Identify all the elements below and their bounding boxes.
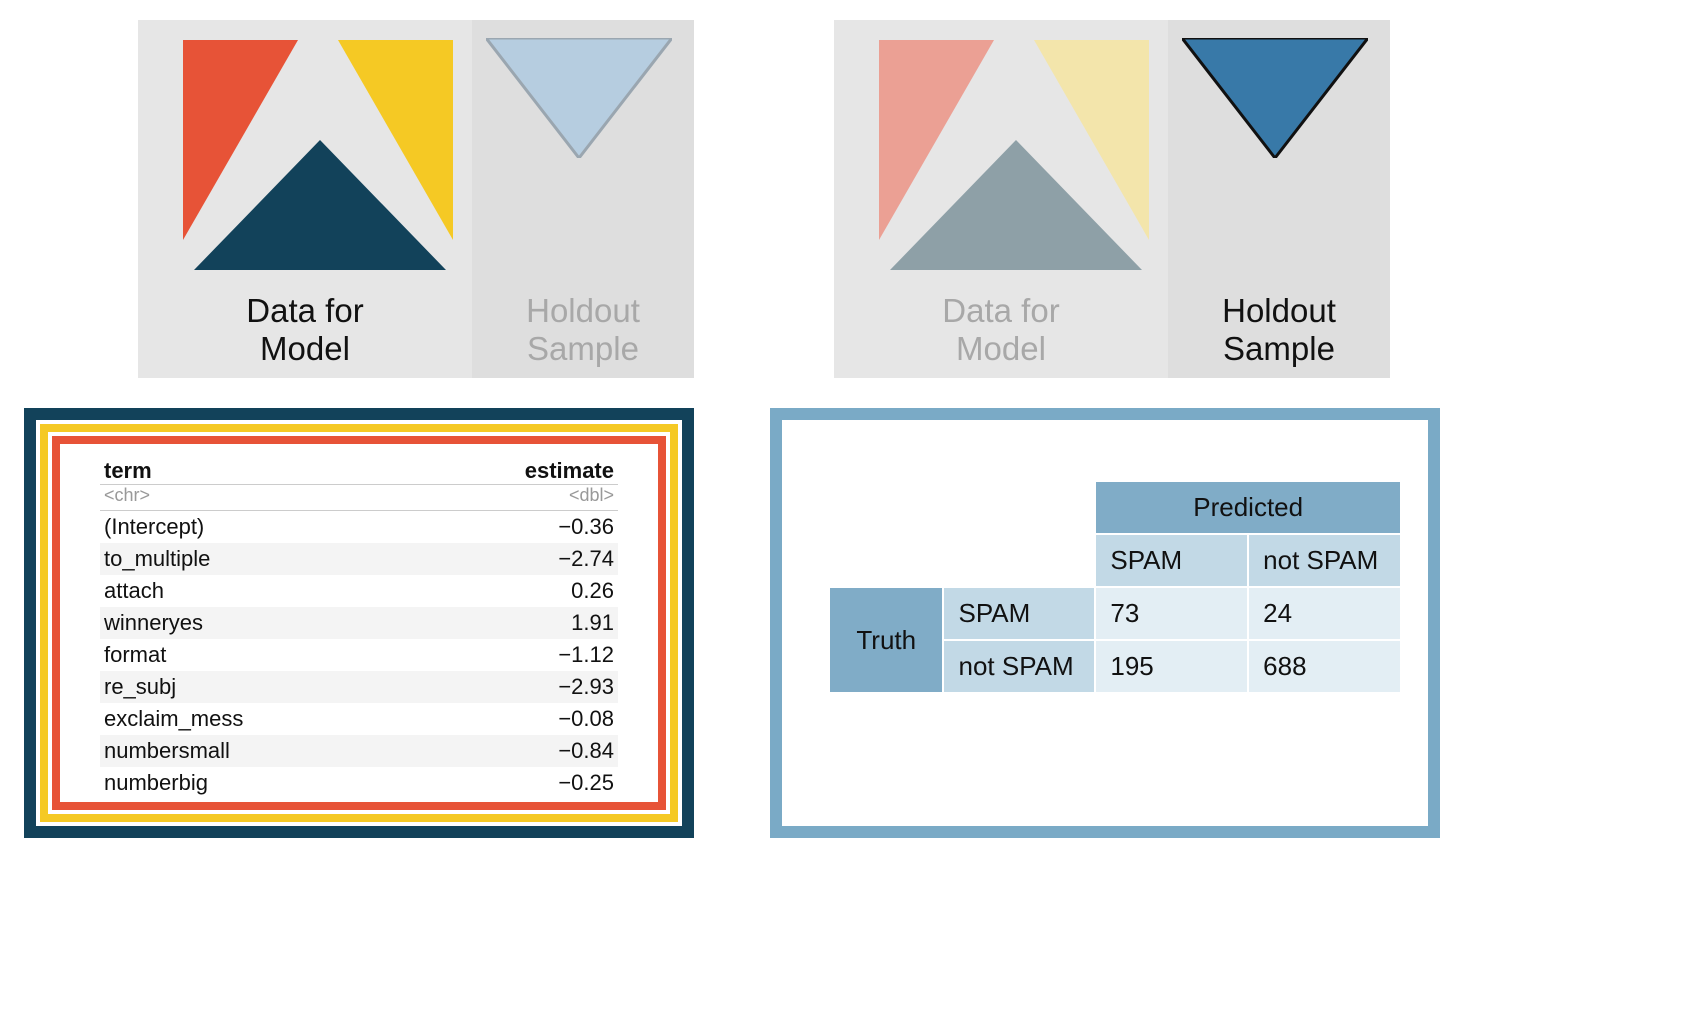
holdout-triangle-outline [1182, 38, 1368, 158]
table-row: numbersmall−0.84 [100, 735, 618, 767]
triangle-red [183, 40, 298, 240]
coefficients-table: term estimate <chr> <dbl> (Intercept)−0.… [100, 456, 618, 799]
label-data-for-model-faded: Data forModel [834, 292, 1168, 368]
table-row: re_subj−2.93 [100, 671, 618, 703]
label-holdout-sample-active: HoldoutSample [1168, 292, 1390, 368]
cell-tp: 73 [1095, 587, 1248, 640]
term-cell: numberbig [100, 767, 412, 799]
table-row: exclaim_mess−0.08 [100, 703, 618, 735]
term-cell: exclaim_mess [100, 703, 412, 735]
term-cell: attach [100, 575, 412, 607]
col-header-term: term [100, 456, 412, 485]
triangle-red-faded [879, 40, 994, 240]
estimate-cell: −0.08 [412, 703, 618, 735]
term-cell: (Intercept) [100, 511, 412, 544]
table-row: numberbig−0.25 [100, 767, 618, 799]
term-cell: winneryes [100, 607, 412, 639]
cell-tn: 688 [1248, 640, 1401, 693]
term-cell: numbersmall [100, 735, 412, 767]
data-split-train-panel: Data forModel HoldoutSample [138, 20, 694, 378]
col-type-term: <chr> [100, 485, 412, 511]
table-row: to_multiple−2.74 [100, 543, 618, 575]
term-cell: to_multiple [100, 543, 412, 575]
label-data-for-model: Data forModel [138, 292, 472, 368]
term-cell: re_subj [100, 671, 412, 703]
table-row: format−1.12 [100, 639, 618, 671]
header-truth: Truth [829, 587, 943, 693]
holdout-triangle-wrap [1182, 38, 1368, 158]
estimate-cell: −0.36 [412, 511, 618, 544]
header-predicted: Predicted [1095, 481, 1401, 534]
term-cell: format [100, 639, 412, 671]
train-triangles-faded [864, 40, 1164, 280]
col-not-spam: not SPAM [1248, 534, 1401, 587]
train-triangles [168, 40, 468, 280]
col-spam: SPAM [1095, 534, 1248, 587]
estimate-cell: −1.12 [412, 639, 618, 671]
estimate-cell: 0.26 [412, 575, 618, 607]
estimate-cell: −2.93 [412, 671, 618, 703]
row-spam: SPAM [943, 587, 1095, 640]
coefficients-panel: term estimate <chr> <dbl> (Intercept)−0.… [24, 408, 694, 838]
confusion-table: Predicted SPAM not SPAM Truth SPAM 73 24… [828, 480, 1402, 694]
table-row: (Intercept)−0.36 [100, 511, 618, 544]
col-type-estimate: <dbl> [412, 485, 618, 511]
table-row: winneryes1.91 [100, 607, 618, 639]
cell-fn: 24 [1248, 587, 1401, 640]
estimate-cell: 1.91 [412, 607, 618, 639]
label-holdout-sample: HoldoutSample [472, 292, 694, 368]
cell-fp: 195 [1095, 640, 1248, 693]
table-row: attach0.26 [100, 575, 618, 607]
estimate-cell: −0.84 [412, 735, 618, 767]
col-header-estimate: estimate [412, 456, 618, 485]
confusion-matrix-panel: Predicted SPAM not SPAM Truth SPAM 73 24… [770, 408, 1440, 838]
holdout-triangle-outline [486, 38, 672, 158]
estimate-cell: −2.74 [412, 543, 618, 575]
triangle-yellow-faded [1034, 40, 1149, 240]
holdout-triangle-wrap [486, 38, 672, 158]
estimate-cell: −0.25 [412, 767, 618, 799]
row-not-spam: not SPAM [943, 640, 1095, 693]
data-split-holdout-panel: Data forModel HoldoutSample [834, 20, 1390, 378]
triangle-yellow [338, 40, 453, 240]
